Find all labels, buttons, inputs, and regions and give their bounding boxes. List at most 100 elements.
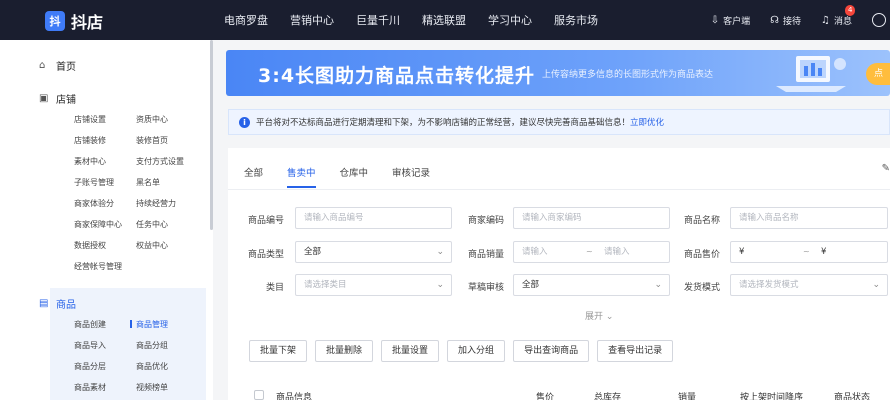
tab-all[interactable]: 全部 — [244, 165, 263, 188]
nav-item-compass[interactable]: 电商罗盘 — [224, 12, 268, 28]
product-type-select[interactable]: 全部 ⌄ — [295, 241, 452, 263]
sales-label: 商品销量 — [467, 250, 504, 260]
sidebar-item-data-auth[interactable]: 数据授权 — [74, 240, 106, 251]
reception-button[interactable]: ☊ 接待 — [770, 14, 801, 27]
sidebar-item-product-optimize[interactable]: 商品优化 — [136, 361, 168, 372]
product-type-value: 全部 — [304, 247, 322, 257]
sales-min-placeholder: 请输入 — [522, 247, 548, 257]
delivery-mode-select[interactable]: 请选择发货模式 ⌄ — [730, 274, 888, 296]
user-avatar-icon — [872, 13, 886, 27]
chevron-down-icon: ⌄ — [436, 280, 444, 290]
sidebar-item-qualification[interactable]: 资质中心 — [136, 114, 168, 125]
tab-divider — [228, 189, 890, 190]
price-range-separator: ~ — [803, 247, 810, 256]
bulk-settings-button[interactable]: 批量设置 — [381, 340, 440, 362]
bulk-delist-button[interactable]: 批量下架 — [249, 340, 308, 362]
promo-banner[interactable]: 3:4长图助力商品点击转化提升 上传容纳更多信息的长图形式作为商品表达 点 — [226, 50, 890, 96]
merchant-code-input[interactable]: 请输入商家编码 — [513, 207, 670, 229]
notice-optimize-link[interactable]: 立即优化 — [630, 116, 664, 128]
col-product-status: 商品状态 — [834, 393, 871, 400]
sidebar-item-guarantee-center[interactable]: 商家保障中心 — [74, 219, 122, 230]
chevron-down-icon: ⌄ — [605, 312, 614, 322]
active-indicator — [130, 320, 132, 328]
sidebar-item-subaccount[interactable]: 子账号管理 — [74, 177, 114, 188]
table-header: 商品信息 售价 总库存 销量 按上架时间降序 商品状态 — [244, 386, 890, 400]
headset-icon: ☊ — [770, 14, 779, 26]
sidebar-item-decor-home[interactable]: 装修首页 — [136, 135, 168, 146]
user-menu[interactable] — [872, 13, 890, 27]
banner-subtitle: 上传容纳更多信息的长图形式作为商品表达 — [542, 70, 714, 80]
bulk-delete-button[interactable]: 批量删除 — [315, 340, 374, 362]
nav-item-marketing[interactable]: 营销中心 — [290, 12, 334, 28]
logo-icon: 抖 — [45, 11, 65, 31]
export-query-button[interactable]: 导出查询商品 — [513, 340, 590, 362]
sidebar-item-shop-decor[interactable]: 店铺装修 — [74, 135, 106, 146]
tab-warehouse[interactable]: 仓库中 — [340, 165, 369, 188]
sidebar-item-payment-settings[interactable]: 支付方式设置 — [136, 156, 184, 167]
col-price[interactable]: 售价 — [536, 390, 554, 400]
sidebar-item-shop-settings[interactable]: 店铺设置 — [74, 114, 106, 125]
messages-button[interactable]: ♫ 4 消息 — [821, 4, 856, 27]
nav-item-service-market[interactable]: 服务市场 — [554, 12, 598, 28]
sidebar-item-home[interactable]: ⌂ 首页 — [39, 58, 76, 73]
nav-item-qianchuan[interactable]: 巨量千川 — [356, 12, 400, 28]
nav-item-learning[interactable]: 学习中心 — [488, 12, 532, 28]
sidebar-item-task-center[interactable]: 任务中心 — [136, 219, 168, 230]
sidebar-item-product-create[interactable]: 商品创建 — [74, 319, 106, 330]
sidebar-section-shop[interactable]: ▣ 店铺 — [39, 91, 76, 106]
expand-filters-button[interactable]: 展开 ⌄ — [585, 309, 613, 322]
draft-review-select[interactable]: 全部 ⌄ — [513, 274, 670, 296]
sidebar-item-product-import[interactable]: 商品导入 — [74, 340, 106, 351]
sidebar-item-experience-score[interactable]: 商家体验分 — [74, 198, 114, 209]
sidebar-item-rights-center[interactable]: 权益中心 — [136, 240, 168, 251]
price-max-prefix: ¥ — [821, 247, 827, 257]
client-button[interactable]: ⇩ 客户端 — [711, 14, 750, 27]
sidebar-item-video-ranking[interactable]: 视频榜单 — [136, 382, 168, 393]
sales-range-separator: ~ — [586, 247, 593, 256]
sidebar-item-product-material[interactable]: 商品素材 — [74, 382, 106, 393]
sidebar-item-operation-power[interactable]: 持续经营力 — [136, 198, 176, 209]
edit-icon[interactable]: ✎ — [882, 163, 890, 174]
main-nav: 电商罗盘 营销中心 巨量千川 精选联盟 学习中心 服务市场 — [224, 0, 620, 40]
sales-range-input[interactable]: 请输入 ~ 请输入 — [513, 241, 670, 263]
sidebar-scrollbar[interactable] — [210, 40, 213, 230]
sidebar-goods-header[interactable]: ▤ 商品 — [39, 296, 76, 311]
chevron-down-icon: ⌄ — [436, 247, 444, 257]
logo[interactable]: 抖 抖店 — [45, 9, 103, 33]
add-to-group-button[interactable]: 加入分组 — [447, 340, 506, 362]
nav-item-alliance[interactable]: 精选联盟 — [422, 12, 466, 28]
sidebar-item-business-account[interactable]: 经营帐号管理 — [74, 261, 122, 272]
status-tabs: 全部 售卖中 仓库中 审核记录 — [244, 165, 454, 188]
sidebar-item-product-manage[interactable]: 商品管理 — [136, 319, 168, 330]
tab-on-sale[interactable]: 售卖中 — [287, 165, 316, 188]
product-name-input[interactable]: 请输入商品名称 — [730, 207, 888, 229]
product-id-input[interactable]: 请输入商品编号 — [295, 207, 452, 229]
category-select[interactable]: 请选择类目 ⌄ — [295, 274, 452, 296]
draft-review-label: 草稿审核 — [467, 283, 504, 293]
chevron-down-icon: ⌄ — [872, 280, 880, 290]
product-panel: 全部 售卖中 仓库中 审核记录 ✎ 商品编号 请输入商品编号 商家编码 请输入商… — [228, 148, 890, 400]
sidebar-item-product-group[interactable]: 商品分组 — [136, 340, 168, 351]
select-all-checkbox[interactable] — [254, 390, 264, 400]
col-product-info: 商品信息 — [276, 393, 313, 400]
banner-illustration-icon — [776, 56, 846, 92]
chevron-down-icon: ⌄ — [654, 280, 662, 290]
sales-max-placeholder: 请输入 — [604, 247, 630, 257]
view-export-records-button[interactable]: 查看导出记录 — [597, 340, 674, 362]
product-id-label: 商品编号 — [247, 216, 284, 226]
reception-label: 接待 — [783, 16, 802, 27]
price-range-input[interactable]: ¥ ~ ¥ — [730, 241, 888, 263]
tab-review-records[interactable]: 审核记录 — [392, 165, 430, 188]
banner-action-button[interactable]: 点 — [866, 63, 890, 85]
sidebar-item-blacklist[interactable]: 黑名单 — [136, 177, 160, 188]
product-type-label: 商品类型 — [247, 250, 284, 260]
col-sales[interactable]: 销量 — [678, 390, 696, 400]
sidebar-item-product-tier[interactable]: 商品分层 — [74, 361, 106, 372]
download-icon: ⇩ — [710, 14, 720, 26]
delivery-mode-placeholder: 请选择发货模式 — [739, 280, 799, 290]
sidebar-item-material-center[interactable]: 素材中心 — [74, 156, 106, 167]
bulk-actions: 批量下架 批量删除 批量设置 加入分组 导出查询商品 查看导出记录 — [249, 340, 681, 362]
price-min-prefix: ¥ — [739, 247, 745, 257]
col-total-stock[interactable]: 总库存 — [594, 390, 621, 400]
col-listing-time-sort[interactable]: 按上架时间降序 — [740, 390, 803, 400]
